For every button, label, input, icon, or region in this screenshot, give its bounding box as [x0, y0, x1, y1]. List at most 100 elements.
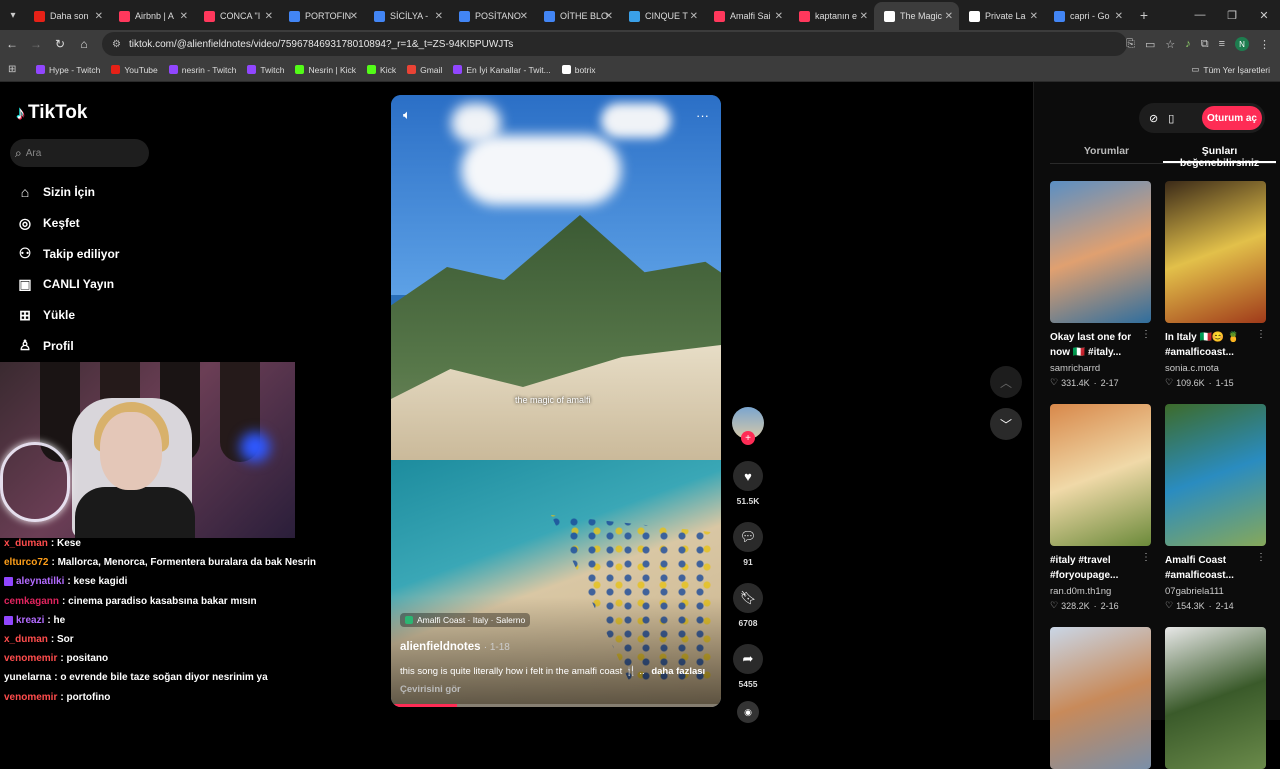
card-title[interactable]: Okay last one for now 🇮🇹 #italy...: [1050, 330, 1142, 362]
close-tab-icon[interactable]: ✕: [690, 11, 698, 22]
browser-tab[interactable]: Private La ✕: [959, 2, 1044, 30]
browser-tab[interactable]: Airbnb | A ✕: [109, 2, 194, 30]
video-card[interactable]: #italy #travel #foryoupage... ⋮ ran.d0m.th…: [1050, 404, 1151, 611]
card-username[interactable]: ran.d0m.th1ng: [1050, 586, 1151, 597]
tab-search-button[interactable]: ▾: [2, 4, 24, 26]
creator-avatar[interactable]: +: [732, 407, 764, 445]
browser-tab[interactable]: kaptanın e ✕: [789, 2, 874, 30]
bookmark-item[interactable]: En İyi Kanallar - Twit...: [453, 65, 551, 75]
more-options-icon[interactable]: ⋮: [1141, 552, 1151, 563]
video-thumbnail[interactable]: [1050, 181, 1151, 323]
browser-tab[interactable]: Amalfi Sai ✕: [704, 2, 789, 30]
sidebar-item[interactable]: ◎ Keşfet: [16, 208, 119, 239]
previous-video-button[interactable]: ︿: [990, 366, 1022, 398]
url-field[interactable]: ⚙ tiktok.com/@alienfieldnotes/video/7596…: [102, 32, 1127, 56]
close-tab-icon[interactable]: ✕: [350, 11, 358, 22]
chat-username[interactable]: aleynatilki: [16, 576, 64, 587]
bookmark-item[interactable]: Twitch: [247, 65, 284, 75]
star-icon[interactable]: ☆: [1165, 38, 1175, 51]
chat-username[interactable]: venomemir: [4, 692, 57, 703]
close-tab-icon[interactable]: ✕: [1030, 11, 1038, 22]
video-player[interactable]: the magic of amalfi 🔈︎ ··· Amalfi Coast …: [391, 95, 721, 707]
close-tab-icon[interactable]: ✕: [180, 11, 188, 22]
more-link[interactable]: daha fazlası: [651, 666, 705, 677]
chat-username[interactable]: cemkagann: [4, 596, 59, 607]
sidebar-item[interactable]: ⊞ Yükle: [16, 300, 119, 331]
browser-tab[interactable]: CINQUE T ✕: [619, 2, 704, 30]
home-button[interactable]: ⌂: [72, 37, 96, 51]
browser-tab[interactable]: CONCA "I ✕: [194, 2, 279, 30]
browser-tab[interactable]: The Magic ✕: [874, 2, 959, 30]
browser-tab[interactable]: OİTHE BLO ✕: [534, 2, 619, 30]
author-name[interactable]: alienfieldnotes: [400, 641, 481, 653]
browser-tab[interactable]: POSİTANO ✕: [449, 2, 534, 30]
bookmark-item[interactable]: Gmail: [407, 65, 442, 75]
browser-tab[interactable]: SİCİLYA - ✕: [364, 2, 449, 30]
chat-username[interactable]: elturco72: [4, 557, 48, 568]
forward-button[interactable]: →: [24, 37, 48, 51]
minimize-button[interactable]: —: [1184, 9, 1216, 21]
card-username[interactable]: 07gabriela111: [1165, 586, 1266, 597]
close-tab-icon[interactable]: ✕: [1115, 11, 1123, 22]
bookmark-item[interactable]: YouTube: [111, 65, 158, 75]
profile-avatar[interactable]: N: [1235, 37, 1249, 51]
tiktok-logo[interactable]: ♪ TikTok: [16, 102, 87, 124]
sidebar-item[interactable]: ⌂ Sizin İçin: [16, 177, 119, 208]
video-thumbnail[interactable]: [1165, 404, 1266, 546]
right-tab[interactable]: Yorumlar: [1050, 140, 1163, 163]
browser-tab[interactable]: PORTOFIN ✕: [279, 2, 364, 30]
comment-button[interactable]: 💬︎: [733, 522, 763, 552]
search-input[interactable]: ⌕ Ara: [10, 139, 149, 167]
more-options-icon[interactable]: ···: [696, 108, 709, 123]
back-button[interactable]: ←: [0, 37, 24, 51]
video-card[interactable]: Amalfi Coast #amalficoast... ⋮ 07gabriela1…: [1165, 404, 1266, 611]
close-tab-icon[interactable]: ✕: [775, 11, 783, 22]
new-tab-button[interactable]: +: [1133, 7, 1155, 23]
card-username[interactable]: samricharrd: [1050, 363, 1151, 374]
site-info-icon[interactable]: ⚙: [112, 39, 121, 50]
apps-icon[interactable]: ⊞: [8, 64, 22, 75]
chat-username[interactable]: kreazi: [16, 615, 44, 626]
more-options-icon[interactable]: ⋮: [1256, 329, 1266, 340]
like-button[interactable]: ♥: [733, 461, 763, 491]
bookmark-item[interactable]: Nesrin | Kick: [295, 65, 356, 75]
translate-icon[interactable]: ⎘: [1126, 38, 1135, 51]
more-options-icon[interactable]: ⋮: [1141, 329, 1151, 340]
card-title[interactable]: In Italy 🇮🇹😊 🍍 #amalficoast...: [1165, 330, 1257, 362]
browser-tab[interactable]: capri - Go ✕: [1044, 2, 1129, 30]
close-tab-icon[interactable]: ✕: [605, 11, 613, 22]
close-tab-icon[interactable]: ✕: [95, 11, 103, 22]
location-tag[interactable]: Amalfi Coast · Italy · Salerno: [400, 613, 531, 627]
video-thumbnail[interactable]: [1165, 627, 1266, 769]
compass-icon[interactable]: ⊘: [1149, 112, 1158, 125]
more-options-icon[interactable]: ⋮: [1256, 552, 1266, 563]
card-username[interactable]: sonia.c.mota: [1165, 363, 1266, 374]
card-title[interactable]: #italy #travel #foryoupage...: [1050, 553, 1142, 585]
video-card[interactable]: [1165, 627, 1266, 769]
sidebar-item[interactable]: ♙ Profil: [16, 330, 119, 361]
volume-icon[interactable]: ♪: [1185, 38, 1191, 50]
video-thumbnail[interactable]: [1050, 404, 1151, 546]
bookmark-item[interactable]: botrix: [561, 65, 596, 75]
sidebar-item[interactable]: ▣ CANLI Yayın: [16, 269, 119, 300]
close-tab-icon[interactable]: ✕: [265, 11, 273, 22]
video-thumbnail[interactable]: [1050, 627, 1151, 769]
video-card[interactable]: Okay last one for now 🇮🇹 #italy... ⋮ samri…: [1050, 181, 1151, 388]
volume-icon[interactable]: 🔈︎: [403, 107, 411, 123]
restore-button[interactable]: ❐: [1216, 9, 1248, 22]
video-card[interactable]: [1050, 627, 1151, 769]
chat-username[interactable]: yunelarna: [4, 672, 51, 683]
bookmark-item[interactable]: Kick: [367, 65, 396, 75]
phone-icon[interactable]: ▯: [1168, 112, 1174, 125]
cast-icon[interactable]: ▭: [1145, 38, 1155, 51]
save-button[interactable]: 🔖︎: [733, 583, 763, 613]
media-icon[interactable]: ≡: [1219, 38, 1225, 50]
reload-button[interactable]: ↻: [48, 37, 72, 51]
extensions-icon[interactable]: ⧉: [1201, 38, 1209, 51]
follow-plus-icon[interactable]: +: [741, 431, 755, 445]
card-title[interactable]: Amalfi Coast #amalficoast...: [1165, 553, 1257, 585]
next-video-button[interactable]: ﹀: [990, 408, 1022, 440]
chat-username[interactable]: x_duman: [4, 634, 48, 645]
close-window-button[interactable]: ✕: [1248, 9, 1280, 22]
bookmark-item[interactable]: nesrin - Twitch: [168, 65, 236, 75]
